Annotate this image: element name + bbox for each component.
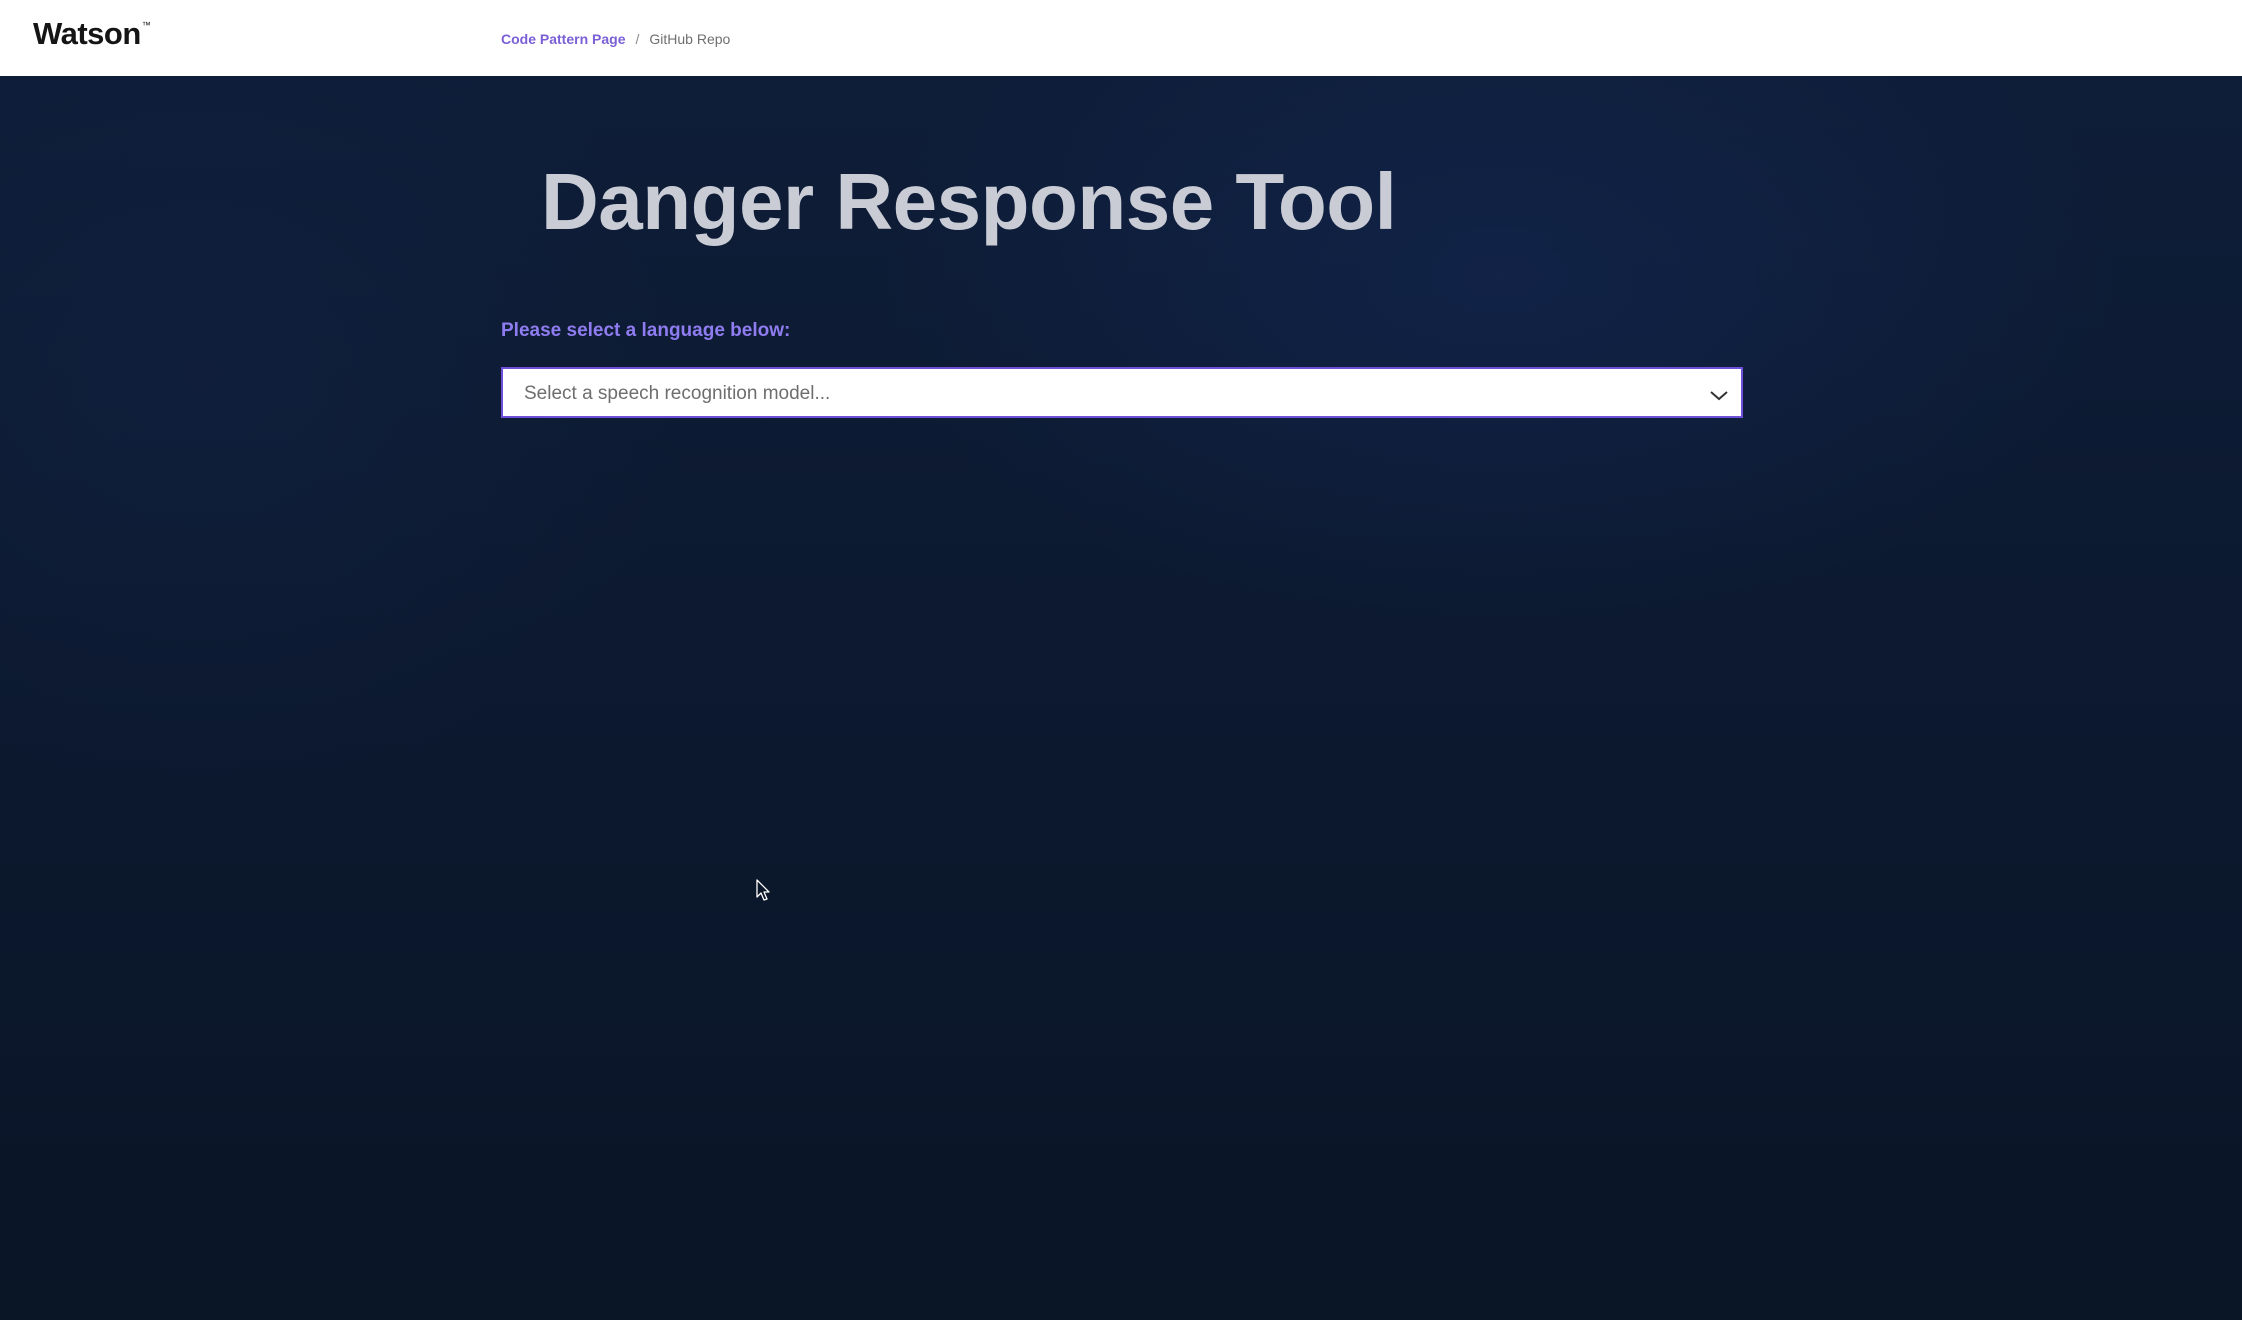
- main-content: Danger Response Tool Please select a lan…: [0, 76, 2242, 1320]
- logo-trademark: ™: [141, 20, 151, 30]
- speech-model-select[interactable]: Select a speech recognition model...: [501, 367, 1743, 418]
- speech-model-select-placeholder: Select a speech recognition model...: [524, 383, 831, 404]
- logo-text: Watson: [33, 16, 141, 51]
- mouse-cursor-icon: [756, 879, 770, 901]
- page-title: Danger Response Tool: [541, 157, 1397, 246]
- breadcrumb-github-repo-link[interactable]: GitHub Repo: [649, 31, 730, 47]
- chevron-down-icon: [1710, 391, 1728, 401]
- top-header: Watson™ Code Pattern Page / GitHub Repo: [0, 0, 2242, 76]
- breadcrumb-separator: /: [635, 31, 640, 47]
- watson-logo[interactable]: Watson™: [33, 16, 151, 52]
- breadcrumb-code-pattern-link[interactable]: Code Pattern Page: [501, 31, 625, 47]
- breadcrumb: Code Pattern Page / GitHub Repo: [501, 31, 730, 47]
- language-prompt-label: Please select a language below:: [501, 320, 791, 341]
